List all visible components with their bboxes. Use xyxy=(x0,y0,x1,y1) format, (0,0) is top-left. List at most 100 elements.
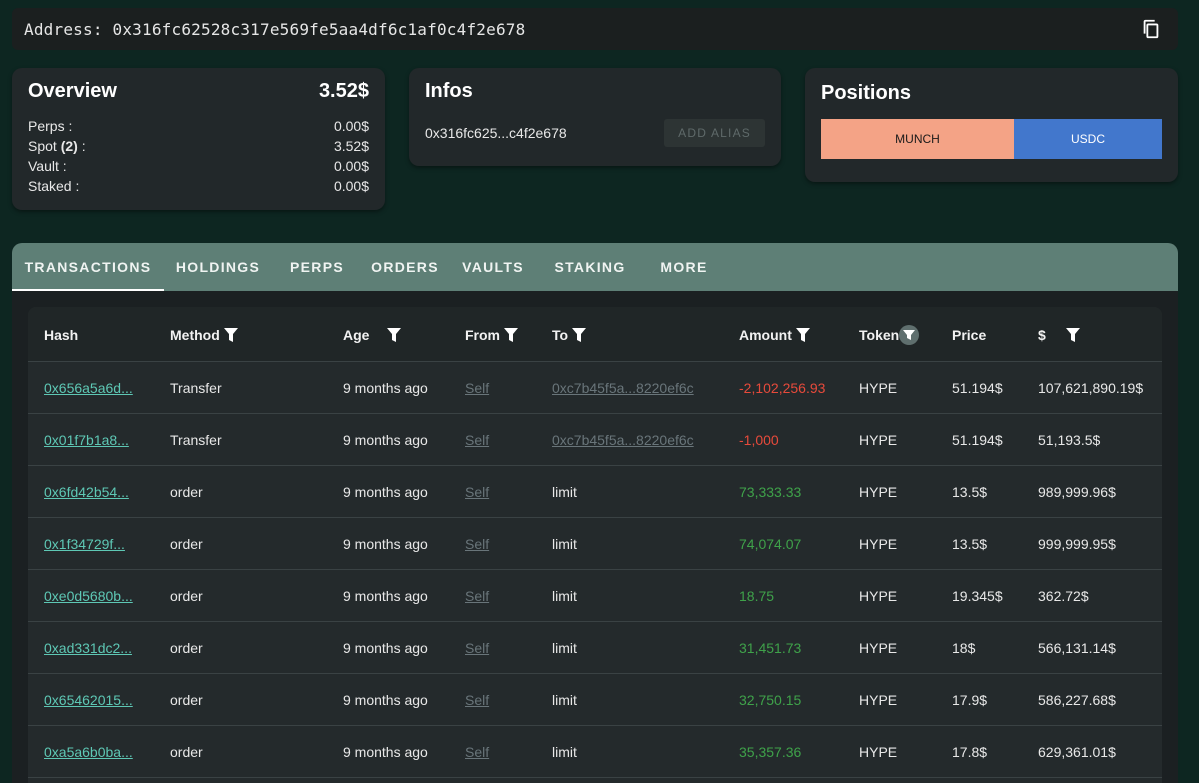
overview-row-spot: Spot (2) : 3.52$ xyxy=(28,136,369,156)
token-cell: HYPE xyxy=(859,744,897,760)
usd-column-cell: 999,999.95$ xyxy=(1038,518,1116,570)
hash-link[interactable]: 0x1f34729f... xyxy=(44,536,125,552)
column-header-to[interactable]: To xyxy=(552,307,586,362)
tab-vaults[interactable]: VAULTS xyxy=(448,243,538,291)
from-link[interactable]: Self xyxy=(465,640,489,656)
to-cell: limit xyxy=(552,692,577,708)
overview-row-value: 0.00$ xyxy=(334,176,369,196)
hash-link[interactable]: 0x6fd42b54... xyxy=(44,484,129,500)
from-link[interactable]: Self xyxy=(465,432,489,448)
table-row: 0x656a5a6d... Transfer 9 months ago Self 0xc… xyxy=(28,362,1162,414)
tab-transactions[interactable]: TRANSACTIONS xyxy=(12,243,164,291)
copy-icon[interactable] xyxy=(1140,18,1162,40)
to-link[interactable]: 0xc7b45f5a...8220ef6c xyxy=(552,432,694,448)
hash-column-cell: 0x01f7b1a8... xyxy=(44,414,129,466)
position-segment-usdc[interactable]: USDC xyxy=(1014,119,1162,159)
token-cell: HYPE xyxy=(859,588,897,604)
usd-column-cell: 586,227.68$ xyxy=(1038,674,1116,726)
from-link[interactable]: Self xyxy=(465,744,489,760)
filter-icon[interactable] xyxy=(504,327,518,343)
filter-icon[interactable] xyxy=(1066,327,1080,343)
age-column-cell: 9 months ago xyxy=(343,466,428,518)
position-segment-munch[interactable]: MUNCH xyxy=(821,119,1014,159)
spot-count: (2) xyxy=(61,138,78,154)
column-header-amount[interactable]: Amount xyxy=(739,307,810,362)
amount-column-cell: -2,102,256.93 xyxy=(739,362,825,414)
age-cell: 9 months ago xyxy=(343,744,428,760)
method-cell: order xyxy=(170,484,203,500)
price-cell: 13.5$ xyxy=(952,536,987,552)
tab-perps[interactable]: PERPS xyxy=(272,243,362,291)
price-cell: 51.194$ xyxy=(952,380,1003,396)
age-column-cell: 9 months ago xyxy=(343,518,428,570)
usd-cell: 51,193.5$ xyxy=(1038,432,1100,448)
hash-column-cell: 0x65462015... xyxy=(44,674,133,726)
price-cell: 17.8$ xyxy=(952,744,987,760)
column-header-usd[interactable]: $ xyxy=(1038,307,1080,362)
age-column-cell: 9 months ago xyxy=(343,362,428,414)
table-row: 0x6fd42b54... order 9 months ago Self limit 7… xyxy=(28,466,1162,518)
to-cell: limit xyxy=(552,640,577,656)
amount-cell: 35,357.36 xyxy=(739,744,801,760)
amount-cell: 73,333.33 xyxy=(739,484,801,500)
method-cell: Transfer xyxy=(170,432,222,448)
column-header-from[interactable]: From xyxy=(465,307,518,362)
from-link[interactable]: Self xyxy=(465,588,489,604)
filter-icon[interactable] xyxy=(387,327,401,343)
filter-icon[interactable] xyxy=(224,327,238,343)
price-column-cell: 19.345$ xyxy=(952,570,1003,622)
hash-column-cell: 0x656a5a6d... xyxy=(44,362,133,414)
table-header: Hash Method Age From To Amount Token Pri… xyxy=(28,307,1162,362)
method-column-cell: order xyxy=(170,622,203,674)
hash-link[interactable]: 0x65462015... xyxy=(44,692,133,708)
age-cell: 9 months ago xyxy=(343,484,428,500)
tab-staking[interactable]: STAKING xyxy=(538,243,642,291)
add-alias-button[interactable]: ADD ALIAS xyxy=(664,119,765,147)
age-cell: 9 months ago xyxy=(343,536,428,552)
filter-icon[interactable] xyxy=(796,327,810,343)
age-column-cell: 9 months ago xyxy=(343,622,428,674)
column-header-age[interactable]: Age xyxy=(343,307,401,362)
tab-holdings[interactable]: HOLDINGS xyxy=(164,243,272,291)
hash-link[interactable]: 0x01f7b1a8... xyxy=(44,432,129,448)
filter-icon[interactable] xyxy=(572,327,586,343)
price-column-cell: 13.5$ xyxy=(952,466,987,518)
method-cell: Transfer xyxy=(170,380,222,396)
filter-active-icon[interactable] xyxy=(899,325,919,345)
age-cell: 9 months ago xyxy=(343,640,428,656)
price-column-cell: 51.194$ xyxy=(952,362,1003,414)
usd-cell: 362.72$ xyxy=(1038,588,1089,604)
to-link[interactable]: 0xc7b45f5a...8220ef6c xyxy=(552,380,694,396)
hash-link[interactable]: 0x656a5a6d... xyxy=(44,380,133,396)
usd-cell: 629,361.01$ xyxy=(1038,744,1116,760)
tab-orders[interactable]: ORDERS xyxy=(362,243,448,291)
hash-column-cell: 0xad331dc2... xyxy=(44,622,132,674)
age-column-cell: 9 months ago xyxy=(343,674,428,726)
from-link[interactable]: Self xyxy=(465,380,489,396)
column-header-price[interactable]: Price xyxy=(952,307,986,362)
from-column-cell: Self xyxy=(465,570,489,622)
from-link[interactable]: Self xyxy=(465,536,489,552)
price-cell: 13.5$ xyxy=(952,484,987,500)
overview-row-label: Spot (2) : xyxy=(28,136,86,156)
from-link[interactable]: Self xyxy=(465,484,489,500)
hash-link[interactable]: 0xe0d5680b... xyxy=(44,588,133,604)
age-column-cell: 9 months ago xyxy=(343,414,428,466)
hash-link[interactable]: 0xa5a6b0ba... xyxy=(44,744,133,760)
column-header-hash[interactable]: Hash xyxy=(44,307,78,362)
overview-row-label: Vault : xyxy=(28,156,67,176)
overview-card: Overview 3.52$ Perps : 0.00$ Spot (2) : … xyxy=(12,68,385,210)
from-link[interactable]: Self xyxy=(465,692,489,708)
address-text: Address: 0x316fc62528c317e569fe5aa4df6c1… xyxy=(24,20,525,39)
method-cell: order xyxy=(170,692,203,708)
price-column-cell: 18$ xyxy=(952,622,975,674)
hash-link[interactable]: 0xad331dc2... xyxy=(44,640,132,656)
column-header-token[interactable]: Token xyxy=(859,307,919,362)
to-column-cell: limit xyxy=(552,466,577,518)
column-header-method[interactable]: Method xyxy=(170,307,238,362)
usd-column-cell: 362.72$ xyxy=(1038,570,1089,622)
token-column-cell: HYPE xyxy=(859,414,897,466)
tab-more[interactable]: MORE xyxy=(642,243,726,291)
method-column-cell: order xyxy=(170,466,203,518)
price-column-cell: 17.8$ xyxy=(952,726,987,778)
